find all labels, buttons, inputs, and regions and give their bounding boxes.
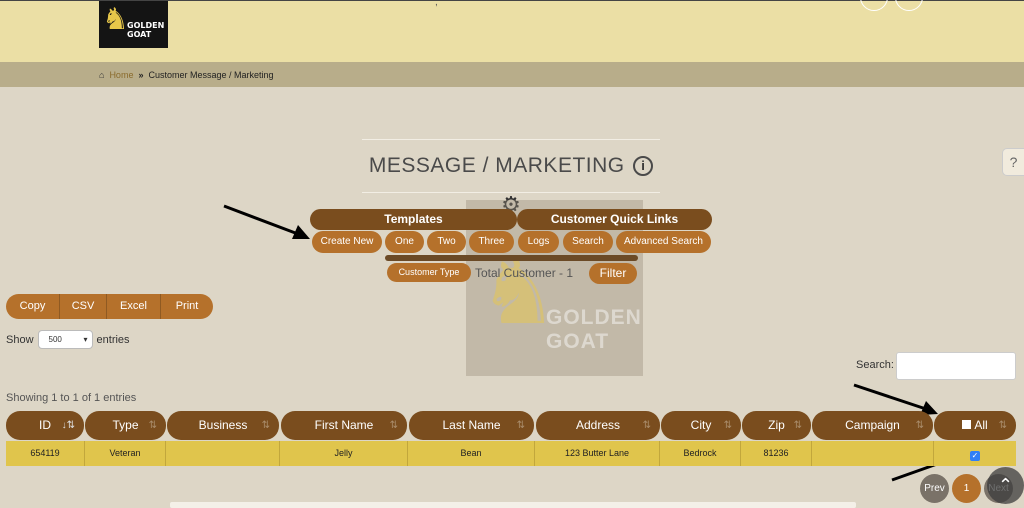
excel-button[interactable]: Excel [107, 294, 161, 319]
column-header-label: ID [39, 418, 51, 432]
sort-icon: ⇅ [389, 420, 398, 431]
sort-icon: ⇅ [998, 420, 1007, 431]
search-button[interactable]: Search [563, 231, 613, 253]
breadcrumb-separator-icon: » [138, 69, 144, 80]
create-new-button[interactable]: Create New [312, 231, 382, 253]
select-all-checkbox[interactable] [962, 420, 972, 429]
page-title-wrap: MESSAGE / MARKETING i ⚙ [362, 139, 660, 217]
sort-icon: ↓⇅ [61, 420, 75, 431]
entries-select[interactable]: 500 ▾ [37, 330, 93, 349]
sort-icon: ⇅ [148, 420, 157, 431]
table-search-input[interactable] [896, 352, 1016, 380]
sort-icon: ⇅ [793, 420, 802, 431]
pagination-page-button[interactable]: 1 [952, 474, 981, 503]
header-circle-button[interactable] [860, 0, 888, 11]
templates-heading: Templates [310, 209, 517, 230]
column-header-last-name[interactable]: Last Name ⇅ [409, 411, 534, 440]
total-customer-count: Total Customer - 1 [475, 266, 574, 280]
cell-campaign [812, 441, 934, 466]
template-three-button[interactable]: Three [469, 231, 514, 253]
golden-goat-logo[interactable]: ♞ GOLDEN GOAT [99, 1, 168, 48]
column-header-label: All [974, 418, 988, 432]
column-header-address[interactable]: Address ⇅ [536, 411, 660, 440]
pagination-prev-button[interactable]: Prev [920, 474, 949, 503]
column-header-campaign[interactable]: Campaign ⇅ [812, 411, 933, 440]
cell-address: 123 Butter Lane [535, 441, 660, 466]
csv-button[interactable]: CSV [60, 294, 107, 319]
header-circle-button[interactable] [895, 0, 923, 11]
logo-text: GOLDEN GOAT [127, 21, 165, 39]
column-header-label: Campaign [845, 418, 900, 432]
help-tab[interactable]: ? [1002, 148, 1024, 176]
sort-icon: ⇅ [516, 420, 525, 431]
search-label: Search: [856, 359, 894, 371]
cell-zip: 81236 [741, 441, 812, 466]
home-icon[interactable]: ⌂ [99, 70, 104, 80]
sort-icon: ⇅ [723, 420, 732, 431]
cell-type: Veteran [85, 441, 166, 466]
column-header-label: City [690, 418, 712, 432]
goat-icon: ♞ [102, 3, 129, 36]
quick-links-heading: Customer Quick Links [517, 209, 712, 230]
sort-icon: ⇅ [261, 420, 270, 431]
sort-icon: ⇅ [642, 420, 651, 431]
column-header-label: Zip [768, 418, 785, 432]
entries-select-value: 500 [48, 335, 62, 344]
entries-length-control: Show 500 ▾ entries [6, 330, 130, 349]
column-header-select-all[interactable]: All ⇅ [934, 411, 1016, 440]
column-header-first-name[interactable]: First Name ⇅ [281, 411, 407, 440]
logs-button[interactable]: Logs [518, 231, 559, 253]
customer-type-button[interactable]: Customer Type [387, 263, 471, 282]
header-dot: , [435, 0, 438, 8]
column-header-type[interactable]: Type ⇅ [85, 411, 166, 440]
breadcrumb-home-link[interactable]: Home [109, 70, 133, 80]
export-button-group: Copy CSV Excel Print [6, 294, 213, 319]
page-title: MESSAGE / MARKETING [368, 154, 625, 177]
column-header-business[interactable]: Business ⇅ [167, 411, 279, 440]
annotation-arrow-icon [223, 204, 310, 239]
info-icon[interactable]: i [633, 156, 654, 176]
table-info: Showing 1 to 1 of 1 entries [6, 392, 137, 404]
print-button[interactable]: Print [161, 294, 213, 319]
row-select-checkbox[interactable]: ✓ [970, 451, 980, 461]
cell-city: Bedrock [660, 441, 741, 466]
cell-first-name: Jelly [280, 441, 408, 466]
column-header-label: Address [575, 418, 621, 432]
entries-label: entries [96, 333, 130, 346]
column-header-city[interactable]: City ⇅ [661, 411, 741, 440]
column-header-zip[interactable]: Zip ⇅ [742, 411, 811, 440]
column-header-label: Business [198, 418, 248, 432]
template-two-button[interactable]: Two [427, 231, 466, 253]
breadcrumb: ⌂ Home » Customer Message / Marketing [0, 62, 1024, 87]
top-header: ♞ GOLDEN GOAT , [0, 0, 1024, 62]
filter-button[interactable]: Filter [589, 263, 637, 284]
column-header-label: Last Name [442, 418, 501, 432]
template-one-button[interactable]: One [385, 231, 424, 253]
scroll-to-top-icon[interactable]: ⌃ [987, 467, 1024, 504]
advanced-search-button[interactable]: Advanced Search [616, 231, 711, 253]
column-header-label: Type [112, 418, 139, 432]
button-group-divider [385, 255, 638, 261]
cell-id: 654119 [6, 441, 85, 466]
column-header-label: First Name [314, 418, 374, 432]
cell-business [166, 441, 280, 466]
watermark-text: GOLDEN GOAT [546, 306, 642, 353]
column-header-id[interactable]: ID ↓⇅ [6, 411, 84, 440]
copy-button[interactable]: Copy [6, 294, 60, 319]
breadcrumb-current: Customer Message / Marketing [148, 69, 274, 80]
sort-icon: ⇅ [915, 420, 924, 431]
cell-last-name: Bean [408, 441, 535, 466]
chevron-down-icon: ▾ [83, 335, 88, 344]
show-label: Show [6, 333, 34, 346]
bottom-panel-edge [170, 502, 856, 508]
